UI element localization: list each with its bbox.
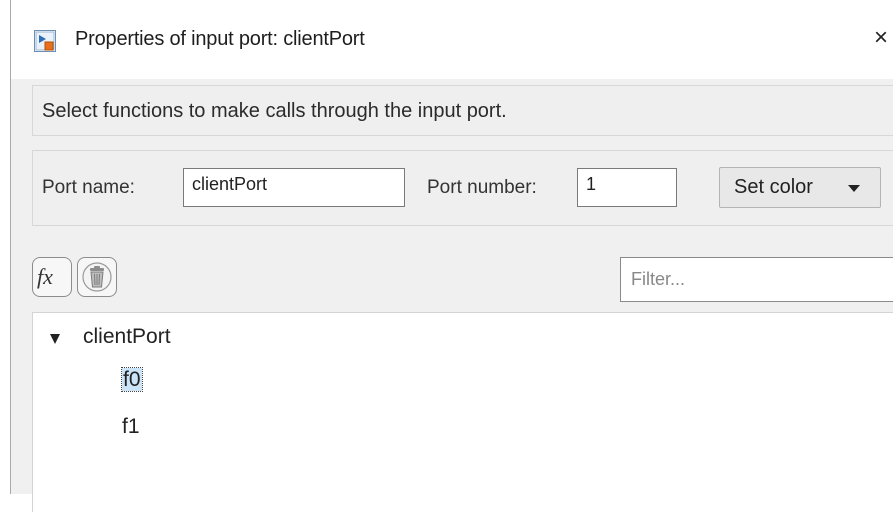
port-name-label: Port name: xyxy=(42,177,135,198)
port-name-field[interactable]: clientPort xyxy=(183,168,405,207)
tree-item-label: f1 xyxy=(122,415,140,438)
simulink-block-icon xyxy=(34,30,56,52)
port-settings-panel: Port name: clientPort Port number: 1 Set… xyxy=(32,150,893,226)
set-color-label: Set color xyxy=(734,176,813,198)
function-tree: clientPort f0 f1 xyxy=(32,312,893,512)
add-function-button[interactable]: fx xyxy=(32,257,72,297)
description-text: Select functions to make calls through t… xyxy=(42,100,507,122)
close-icon[interactable]: × xyxy=(874,24,893,52)
chevron-down-icon xyxy=(848,185,860,192)
expand-triangle-icon[interactable] xyxy=(50,334,60,344)
tree-root-item[interactable]: clientPort xyxy=(83,325,171,349)
port-number-field[interactable]: 1 xyxy=(577,168,677,207)
tree-item-f1[interactable]: f1 xyxy=(122,415,140,439)
description-box: Select functions to make calls through t… xyxy=(32,85,893,136)
title-bar: Properties of input port: clientPort × xyxy=(11,0,893,79)
properties-dialog: Properties of input port: clientPort × S… xyxy=(10,0,893,512)
window-title: Properties of input port: clientPort xyxy=(75,28,365,50)
tree-item-label: f0 xyxy=(121,367,143,392)
set-color-button[interactable]: Set color xyxy=(719,167,881,208)
tree-item-f0[interactable]: f0 xyxy=(121,367,143,392)
port-number-label: Port number: xyxy=(427,177,537,198)
fx-icon: fx xyxy=(37,264,53,289)
trash-icon xyxy=(82,262,112,292)
delete-function-button[interactable] xyxy=(77,257,117,297)
filter-input[interactable]: Filter... xyxy=(620,257,893,302)
